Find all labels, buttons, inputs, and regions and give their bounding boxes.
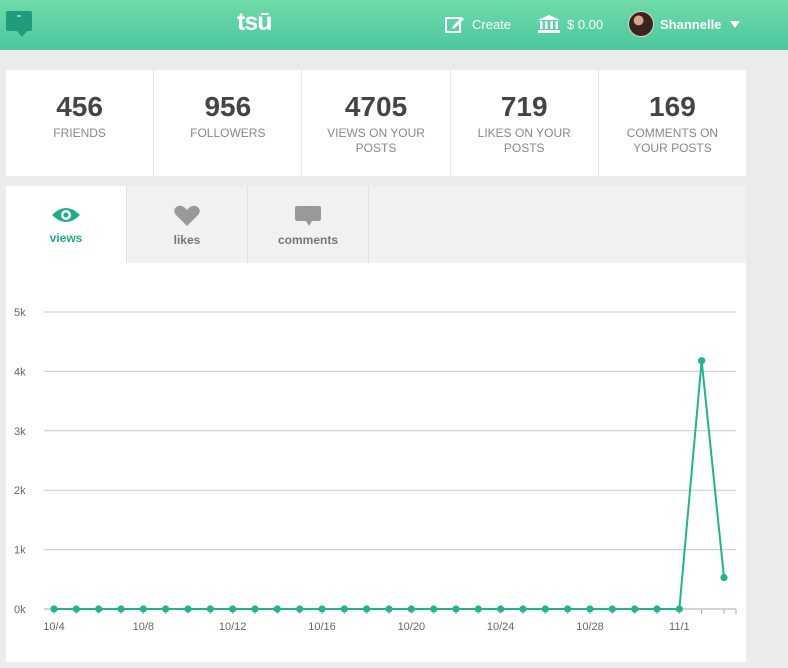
x-tick-label: 10/12 — [219, 621, 247, 633]
chevron-down-icon[interactable] — [730, 20, 741, 28]
data-point — [206, 605, 214, 613]
tab-label: views — [49, 231, 83, 245]
data-point — [564, 605, 572, 613]
data-point — [474, 605, 482, 613]
data-point — [608, 605, 616, 613]
user-menu[interactable]: Shannelle — [628, 0, 741, 48]
stat-value: 456 — [56, 91, 103, 122]
data-point — [385, 605, 393, 613]
data-point — [296, 605, 304, 613]
tab-label: likes — [173, 233, 201, 247]
y-tick-label: 4k — [14, 366, 26, 378]
x-tick-label: 10/16 — [308, 621, 336, 633]
stat-label: FRIENDS — [53, 126, 106, 140]
balance-amount: $ 0.00 — [567, 16, 604, 32]
x-tick-label: 10/28 — [576, 621, 604, 633]
avatar — [628, 11, 654, 37]
data-point — [184, 605, 192, 613]
tab-comments[interactable]: comments — [248, 186, 369, 263]
data-point — [430, 605, 438, 613]
data-point — [407, 605, 415, 613]
bank-icon — [538, 15, 560, 33]
stat-label: FOLLOWERS — [190, 126, 266, 140]
y-tick-label: 5k — [14, 307, 26, 319]
data-point — [720, 573, 728, 582]
stat-label: LIKES ON YOUR POSTS — [477, 126, 571, 155]
stat-likes[interactable]: 719 LIKES ON YOUR POSTS — [451, 70, 599, 176]
data-point — [139, 605, 147, 613]
y-tick-label: 2k — [14, 485, 26, 497]
data-point — [586, 605, 594, 613]
data-point — [541, 605, 549, 613]
pencil-icon — [445, 17, 464, 33]
x-tick-label: 10/4 — [43, 621, 64, 633]
data-point — [698, 357, 706, 365]
stat-label: VIEWS ON YOUR POSTS — [327, 126, 425, 155]
data-point — [72, 605, 80, 613]
tab-label: comments — [277, 233, 339, 247]
series-line — [54, 360, 725, 610]
tab-bar: views likes comments — [6, 186, 746, 263]
chat-icon[interactable] — [6, 11, 32, 37]
heart-icon — [174, 205, 200, 226]
stat-followers[interactable]: 956 FOLLOWERS — [154, 70, 303, 176]
top-bar: tsū Create $ 0.00 Shannelle — [0, 0, 788, 50]
data-point — [653, 605, 661, 613]
data-point — [95, 605, 103, 613]
x-tick-label: 10/24 — [487, 621, 515, 633]
create-label: Create — [472, 16, 512, 32]
balance-button[interactable]: $ 0.00 — [538, 0, 603, 48]
x-tick-label: 10/20 — [398, 621, 426, 633]
stat-label: COMMENTS ON YOUR POSTS — [626, 126, 719, 155]
stat-views[interactable]: 4705 VIEWS ON YOUR POSTS — [302, 70, 451, 176]
data-point — [363, 605, 371, 613]
username: Shannelle — [660, 16, 722, 32]
stat-value: 719 — [500, 91, 548, 122]
data-point — [631, 605, 639, 613]
stat-value: 4705 — [344, 91, 408, 122]
logo[interactable]: tsū — [237, 8, 272, 37]
data-point — [497, 605, 505, 613]
y-tick-label: 1k — [14, 545, 26, 557]
stat-value: 169 — [649, 91, 696, 122]
y-tick-label: 0k — [14, 604, 26, 616]
data-point — [117, 605, 125, 613]
data-point — [229, 605, 237, 613]
data-point — [318, 605, 326, 613]
eye-icon — [52, 208, 80, 222]
data-point — [162, 605, 170, 613]
stat-friends[interactable]: 456 FRIENDS — [6, 70, 155, 176]
data-point — [675, 605, 683, 613]
create-button[interactable]: Create — [445, 0, 511, 48]
x-tick-label: 10/8 — [133, 621, 154, 633]
comment-icon — [295, 206, 321, 226]
views-line-chart: 0k 1k 2k 3k 4k 5k 10/4 10/8 10/12 10/16 10/20 10/24… — [14, 307, 737, 633]
stats-panel: 456 FRIENDS 956 FOLLOWERS 4705 VIEWS ON … — [6, 70, 746, 176]
stat-comments[interactable]: 169 COMMENTS ON YOUR POSTS — [599, 70, 746, 176]
tab-likes[interactable]: likes — [127, 186, 248, 263]
data-point — [340, 605, 348, 613]
data-point — [452, 605, 460, 613]
y-tick-label: 3k — [14, 426, 26, 438]
data-point — [251, 605, 259, 613]
tab-views[interactable]: views — [6, 186, 127, 263]
data-point — [273, 605, 281, 613]
data-point — [519, 605, 527, 613]
x-tick-label: 11/1 — [669, 621, 690, 633]
activity-panel: views likes comments 0k 1k 2k 3k 4k 5k 10/4 10/… — [6, 186, 746, 662]
data-point — [50, 605, 58, 613]
stat-value: 956 — [204, 91, 252, 122]
